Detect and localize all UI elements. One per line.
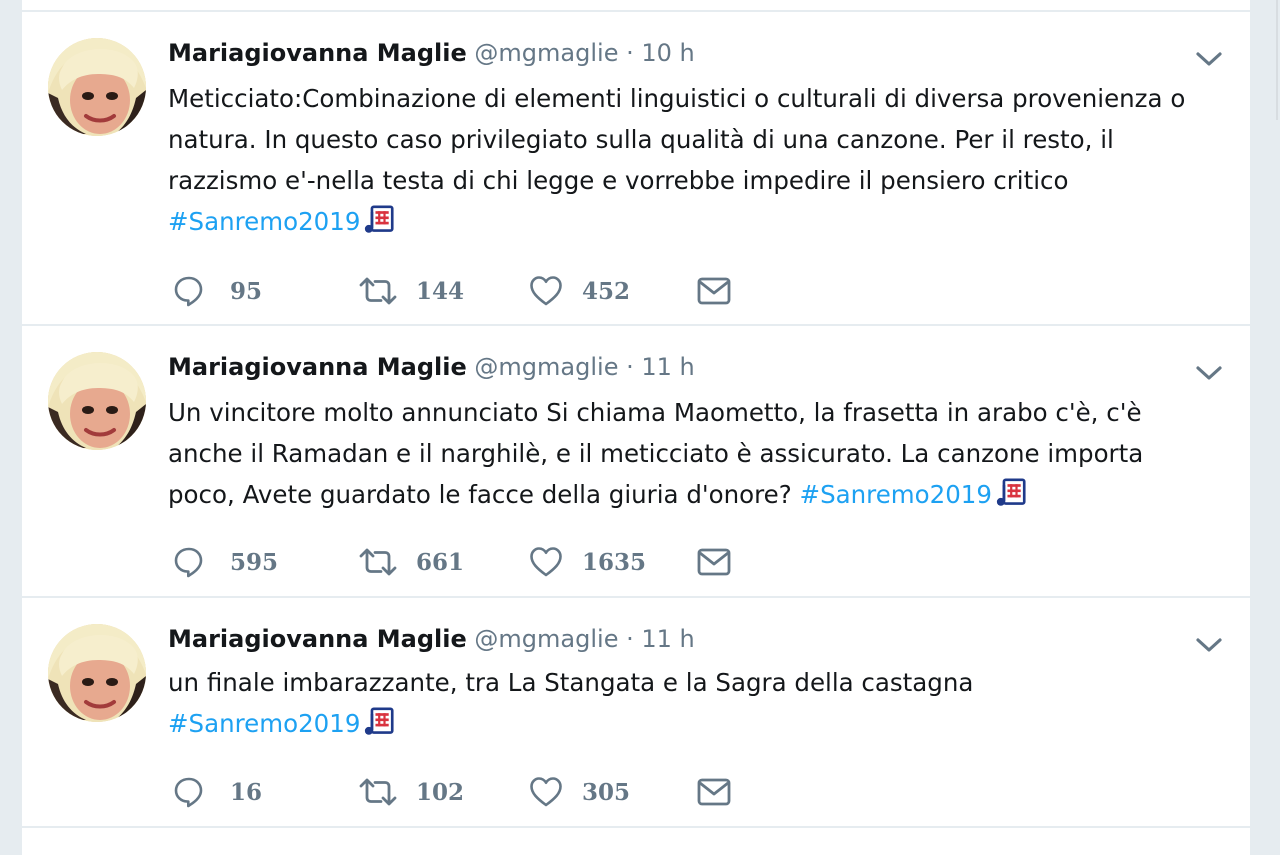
tweet-text-line: natura. In questo caso privilegiato sull…: [168, 125, 1114, 154]
tweet-actions: 16 102 305: [172, 774, 772, 810]
chevron-down-icon[interactable]: [1194, 360, 1224, 386]
mail-icon: [696, 546, 732, 578]
reply-button[interactable]: 16: [172, 774, 262, 810]
tweet-header: Mariagiovanna Maglie @mgmaglie · 10 h: [168, 38, 695, 68]
retweet-button[interactable]: 144: [358, 273, 464, 309]
tweet-text-line: un finale imbarazzante, tra La Stangata …: [168, 668, 974, 697]
musical-score-icon: [362, 205, 396, 247]
tweet-text: un finale imbarazzante, tra La Stangata …: [168, 662, 1228, 749]
heart-icon: [528, 545, 564, 579]
like-count: 452: [582, 277, 631, 305]
reply-icon: [172, 274, 206, 308]
tweet-header: Mariagiovanna Maglie @mgmaglie · 11 h: [168, 624, 695, 654]
like-count: 305: [582, 778, 631, 806]
chevron-down-icon[interactable]: [1194, 632, 1224, 658]
retweet-icon: [358, 274, 398, 308]
reply-count: 95: [230, 277, 263, 305]
tweet-text-line: anche il Ramadan e il narghilè, e il met…: [168, 439, 1144, 468]
page-gutter: [1250, 0, 1280, 853]
hashtag-link[interactable]: #Sanremo2019: [800, 480, 992, 509]
separator-dot: ·: [626, 353, 634, 381]
retweet-count: 661: [416, 548, 465, 576]
direct-message-button[interactable]: [696, 273, 732, 309]
tweet-timestamp[interactable]: 10 h: [641, 39, 694, 67]
heart-icon: [528, 274, 564, 308]
tweet-text: Meticciato:Combinazione di elementi ling…: [168, 78, 1228, 247]
author-handle[interactable]: @mgmaglie: [474, 39, 618, 67]
reply-icon: [172, 775, 206, 809]
retweet-count: 144: [416, 277, 465, 305]
tweet-text-line: razzismo e'-nella testa di chi legge e v…: [168, 166, 1069, 195]
tweet-text-prefix: poco, Avete guardato le facce della giur…: [168, 480, 800, 509]
tweet-card-partial[interactable]: [22, 826, 1250, 855]
musical-score-icon: [362, 707, 396, 749]
hashtag-link[interactable]: #Sanremo2019: [168, 709, 360, 738]
tweet-card[interactable]: Mariagiovanna Maglie @mgmaglie · 11 h Un…: [22, 324, 1250, 598]
chevron-down-icon[interactable]: [1194, 46, 1224, 72]
tweet-actions: 95 144 452: [172, 273, 772, 309]
retweet-icon: [358, 545, 398, 579]
tweet-timestamp[interactable]: 11 h: [641, 625, 694, 653]
retweet-count: 102: [416, 778, 465, 806]
like-button[interactable]: 1635: [528, 544, 646, 580]
reply-icon: [172, 545, 206, 579]
avatar[interactable]: [48, 624, 146, 722]
tweet-timestamp[interactable]: 11 h: [641, 353, 694, 381]
separator-dot: ·: [626, 625, 634, 653]
like-count: 1635: [582, 548, 647, 576]
retweet-button[interactable]: 661: [358, 544, 464, 580]
timeline-feed: Mariagiovanna Maglie @mgmaglie · 10 h Me…: [22, 0, 1250, 855]
author-name[interactable]: Mariagiovanna Maglie: [168, 39, 467, 67]
author-name[interactable]: Mariagiovanna Maglie: [168, 353, 467, 381]
tweet-text-line: Un vincitore molto annunciato Si chiama …: [168, 398, 1142, 427]
reply-button[interactable]: 95: [172, 273, 262, 309]
author-name[interactable]: Mariagiovanna Maglie: [168, 625, 467, 653]
author-handle[interactable]: @mgmaglie: [474, 353, 618, 381]
reply-count: 595: [230, 548, 279, 576]
avatar[interactable]: [48, 38, 146, 136]
musical-score-icon: [994, 478, 1028, 520]
avatar[interactable]: [48, 352, 146, 450]
like-button[interactable]: 452: [528, 273, 630, 309]
tweet-text: Un vincitore molto annunciato Si chiama …: [168, 392, 1228, 520]
sidebar-edge: [1276, 0, 1278, 120]
reply-count: 16: [230, 778, 263, 806]
heart-icon: [528, 775, 564, 809]
retweet-button[interactable]: 102: [358, 774, 464, 810]
direct-message-button[interactable]: [696, 544, 732, 580]
tweet-header: Mariagiovanna Maglie @mgmaglie · 11 h: [168, 352, 695, 382]
tweet-card[interactable]: Mariagiovanna Maglie @mgmaglie · 11 h un…: [22, 596, 1250, 828]
direct-message-button[interactable]: [696, 774, 732, 810]
tweet-actions: 595 661 1635: [172, 544, 772, 580]
tweet-card[interactable]: Mariagiovanna Maglie @mgmaglie · 10 h Me…: [22, 10, 1250, 324]
like-button[interactable]: 305: [528, 774, 630, 810]
mail-icon: [696, 275, 732, 307]
hashtag-link[interactable]: #Sanremo2019: [168, 207, 360, 236]
separator-dot: ·: [626, 39, 634, 67]
tweet-text-line: Meticciato:Combinazione di elementi ling…: [168, 84, 1186, 113]
author-handle[interactable]: @mgmaglie: [474, 625, 618, 653]
reply-button[interactable]: 595: [172, 544, 278, 580]
retweet-icon: [358, 775, 398, 809]
mail-icon: [696, 776, 732, 808]
